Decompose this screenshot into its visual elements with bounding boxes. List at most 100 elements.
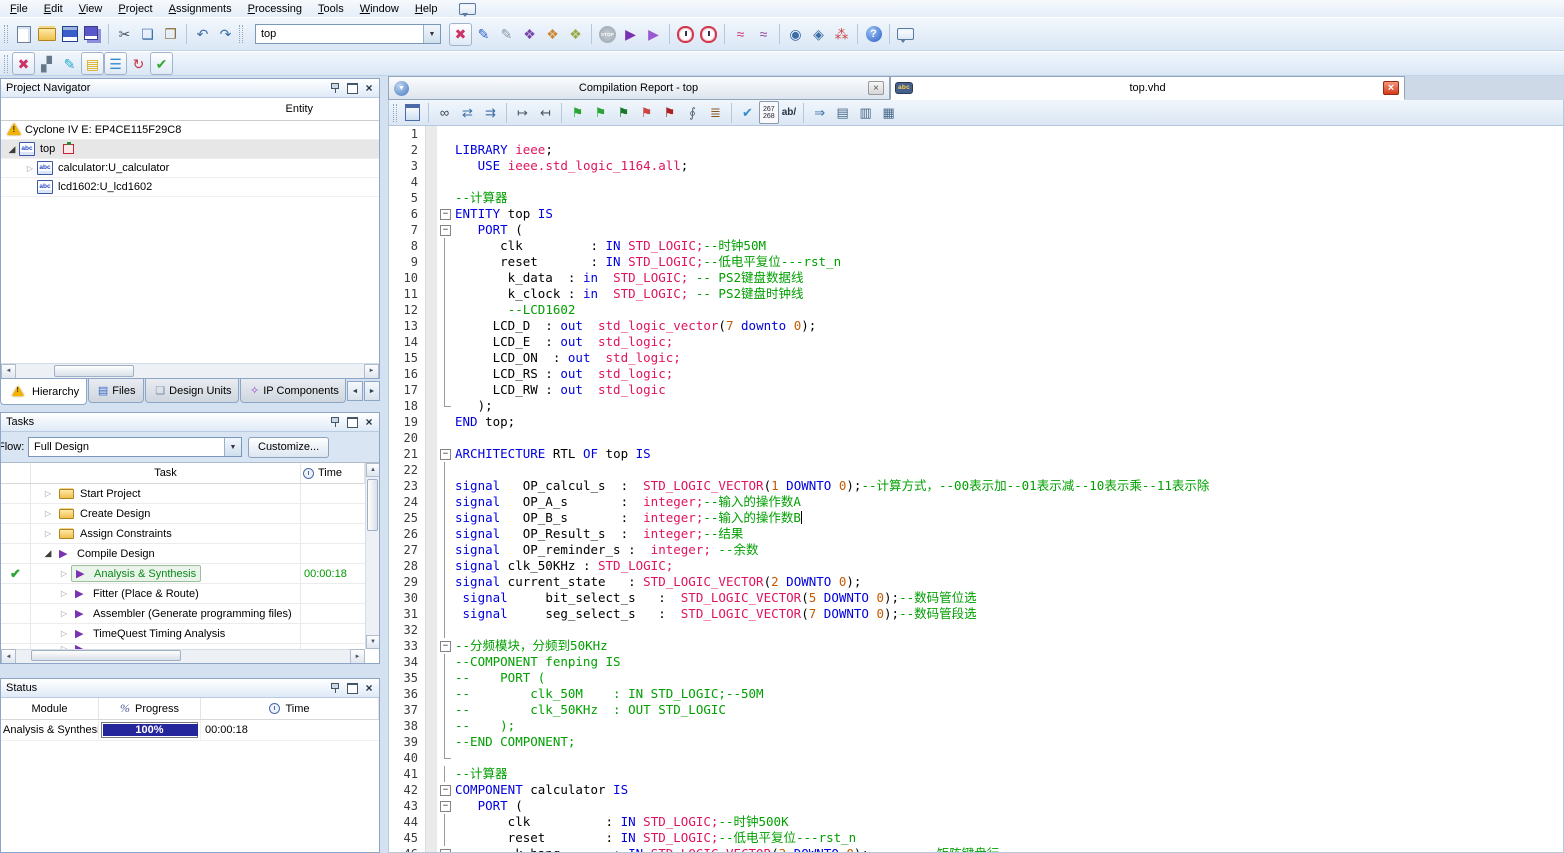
stop-icon[interactable] [596, 23, 619, 46]
scrollbar-thumb[interactable] [31, 650, 181, 661]
collapse-arrow-icon[interactable]: ▷ [23, 164, 37, 173]
code-line-39[interactable]: 39--END COMPONENT; [389, 734, 1563, 750]
task-timequest-timing-analysis[interactable]: ▷▶TimeQuest Timing Analysis [1, 624, 365, 644]
scrollbar-thumb[interactable] [367, 479, 378, 531]
tab-files[interactable]: ▤Files [88, 379, 144, 403]
assignment-editor-icon[interactable]: ✎ [472, 23, 495, 46]
redo-icon[interactable]: ↷ [214, 23, 237, 46]
collapse-arrow-icon[interactable]: ▷ [41, 489, 55, 498]
collapse-arrow-icon[interactable]: ▷ [57, 569, 71, 578]
replace-icon[interactable]: ⇄ [456, 101, 479, 124]
code-line-41[interactable]: 41--计算器 [389, 766, 1563, 782]
code-line-17[interactable]: 17 LCD_RW : out std_logic [389, 382, 1563, 398]
start-compilation-icon[interactable]: ▶ [619, 23, 642, 46]
float-window-icon[interactable] [345, 416, 359, 429]
code-line-5[interactable]: 5--计算器 [389, 190, 1563, 206]
chip-planner-icon[interactable]: ◈ [807, 23, 830, 46]
pin-planner-icon[interactable]: ✎ [495, 23, 518, 46]
start-analysis-icon[interactable]: ▶ [642, 23, 665, 46]
tree-item-calculator-u-calculator[interactable]: ▷abccalculator:U_calculator [1, 159, 379, 178]
pin-icon[interactable] [328, 82, 342, 95]
save-all-icon[interactable] [81, 23, 104, 46]
scroll-up-icon[interactable]: ▲ [366, 463, 379, 477]
fold-collapse-icon[interactable] [437, 782, 455, 798]
tab-top-vhd[interactable]: abc top.vhd [890, 76, 1405, 100]
attach-icon[interactable]: ∮ [681, 101, 704, 124]
menu-edit[interactable]: Edit [36, 2, 71, 16]
code-line-30[interactable]: 30 signal bit_select_s : STD_LOGIC_VECTO… [389, 590, 1563, 606]
timing-analyzer-icon[interactable] [697, 23, 720, 46]
code-line-44[interactable]: 44 clk : IN STD_LOGIC;--时钟500K [389, 814, 1563, 830]
spell-check-icon[interactable]: ab/ [779, 101, 799, 124]
scroll-right-icon[interactable]: ► [350, 649, 365, 663]
feedback-icon[interactable] [894, 23, 917, 46]
code-line-29[interactable]: 29signal current_state : STD_LOGIC_VECTO… [389, 574, 1563, 590]
toolbar-grip[interactable] [4, 25, 8, 43]
increase-indent-icon[interactable]: ↦ [511, 101, 534, 124]
code-line-42[interactable]: 42COMPONENT calculator IS [389, 782, 1563, 798]
delete-bookmark-icon[interactable]: ⚑ [635, 101, 658, 124]
menu-tools[interactable]: Tools [310, 2, 352, 16]
progress-column-header[interactable]: % Progress [99, 698, 201, 719]
simulation-tool-icon[interactable]: ≈ [729, 23, 752, 46]
rtl-viewer-icon[interactable]: ▤ [81, 52, 104, 75]
time-column-header[interactable]: Time [201, 698, 379, 719]
code-line-4[interactable]: 4 [389, 174, 1563, 190]
code-line-46[interactable]: 46 k_hang : IN STD_LOGIC_VECTOR(3 DOWNTO… [389, 846, 1563, 853]
tasks-hscrollbar[interactable]: ◄ ► [1, 649, 365, 663]
fold-collapse-icon[interactable] [437, 846, 455, 853]
navigator-hscrollbar[interactable]: ◄ ► [1, 363, 379, 378]
chevron-down-icon[interactable]: ▼ [423, 25, 440, 43]
scroll-left-icon[interactable]: ◄ [1, 649, 16, 663]
toggle-bookmark-icon[interactable]: ⚑ [566, 101, 589, 124]
code-line-15[interactable]: 15 LCD_ON : out std_logic; [389, 350, 1563, 366]
flow-combobox[interactable]: Full Design ▼ [28, 437, 242, 457]
advisors-icon[interactable]: ❖ [518, 23, 541, 46]
assignment-groups-icon[interactable]: ❖ [541, 23, 564, 46]
edit-report-icon[interactable]: ✎ [58, 52, 81, 75]
design-assistant-icon[interactable]: ✔ [150, 52, 173, 75]
tree-item-lcd1602-u-lcd1602[interactable]: abclcd1602:U_lcd1602 [1, 178, 379, 197]
time-column-header[interactable]: Time [301, 463, 365, 483]
code-line-18[interactable]: 18 ); [389, 398, 1563, 414]
code-line-24[interactable]: 24signal OP_A_s : integer;--输入的操作数A [389, 494, 1563, 510]
code-line-13[interactable]: 13 LCD_D : out std_logic_vector(7 downto… [389, 318, 1563, 334]
state-machine-viewer-icon[interactable]: ☰ [104, 52, 127, 75]
code-line-6[interactable]: 6ENTITY top IS [389, 206, 1563, 222]
code-line-11[interactable]: 11 k_clock : in STD_LOGIC; -- PS2键盘时钟线 [389, 286, 1563, 302]
toolbar-grip[interactable] [239, 25, 243, 43]
tab-hierarchy[interactable]: Hierarchy [0, 379, 87, 405]
menu-help[interactable]: Help [407, 2, 446, 16]
code-line-36[interactable]: 36-- clk_50M : IN STD_LOGIC;--50M [389, 686, 1563, 702]
entity-combobox[interactable]: top ▼ [255, 24, 441, 44]
close-icon[interactable] [362, 82, 376, 95]
eda-netlist-icon[interactable]: ◉ [784, 23, 807, 46]
collapse-arrow-icon[interactable]: ▷ [57, 589, 71, 598]
code-editor[interactable]: 12LIBRARY ieee;3 USE ieee.std_logic_1164… [388, 126, 1564, 853]
insert-template-icon[interactable]: ≣ [704, 101, 727, 124]
decrease-indent-icon[interactable]: ↤ [534, 101, 557, 124]
uncomment-icon[interactable]: ▥ [854, 101, 877, 124]
expand-arrow-icon[interactable]: ◢ [41, 548, 55, 559]
menu-project[interactable]: Project [110, 2, 160, 16]
code-line-25[interactable]: 25signal OP_B_s : integer;--输入的操作数B [389, 510, 1563, 526]
fold-collapse-icon[interactable] [437, 798, 455, 814]
menu-assignments[interactable]: Assignments [161, 2, 240, 16]
pin-icon[interactable] [328, 416, 342, 429]
collapse-arrow-icon[interactable]: ▷ [41, 509, 55, 518]
code-line-20[interactable]: 20 [389, 430, 1563, 446]
float-window-icon[interactable] [345, 682, 359, 695]
task-column-header[interactable]: Task [31, 463, 301, 483]
copy-icon[interactable]: ❏ [136, 23, 159, 46]
toolbar-grip[interactable] [393, 104, 397, 122]
menu-processing[interactable]: Processing [240, 2, 310, 16]
scroll-down-icon[interactable]: ▼ [366, 635, 379, 649]
code-line-7[interactable]: 7 PORT ( [389, 222, 1563, 238]
save-icon[interactable] [58, 23, 81, 46]
open-file-icon[interactable] [35, 23, 58, 46]
close-icon[interactable] [362, 416, 376, 429]
new-file-icon[interactable] [12, 23, 35, 46]
task-start-project[interactable]: ▷Start Project [1, 484, 365, 504]
collapse-arrow-icon[interactable]: ▷ [57, 609, 71, 618]
menu-file[interactable]: File [2, 2, 36, 16]
